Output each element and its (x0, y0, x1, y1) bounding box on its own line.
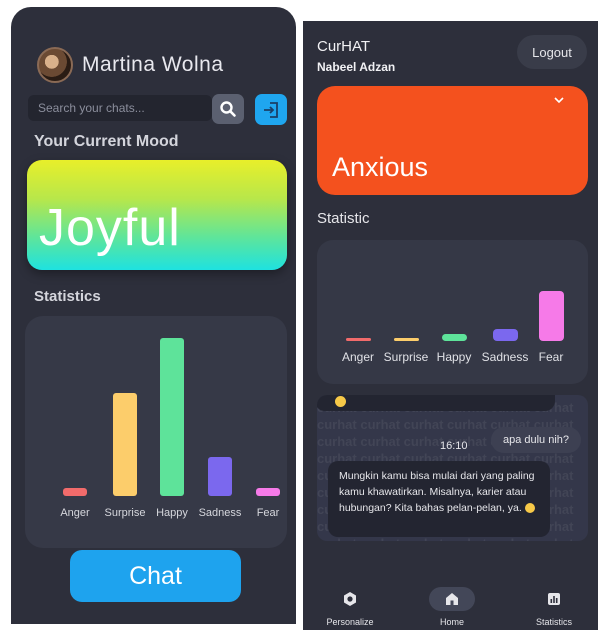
chevron-down-icon[interactable] (552, 93, 566, 107)
user-name: Martina Wolna (82, 53, 224, 76)
user-message-bubble: apa dulu nih? (491, 427, 581, 453)
nav-personalize[interactable]: Personalize (305, 587, 395, 627)
smile-emoji-icon (524, 503, 535, 514)
message-bubble (317, 395, 555, 411)
nav-home[interactable]: Home (407, 587, 497, 627)
stat-label: Fear (256, 507, 280, 519)
user-name: Nabeel Adzan (317, 60, 396, 74)
nav-statistics[interactable]: Statistics (509, 587, 598, 627)
bot-message-bubble: Mungkin kamu bisa mulai dari yang paling… (328, 461, 550, 537)
stat-bar-anger (345, 338, 371, 341)
stat-bar-happy (441, 333, 467, 341)
nav-label: Home (439, 617, 464, 627)
left-phone-screen: Martina Wolna Your Current Mood Joyful S… (11, 7, 296, 624)
smile-emoji-icon (335, 396, 346, 407)
app-title: CurHAT (317, 38, 371, 55)
nav-icon-container (531, 587, 577, 611)
search-icon (220, 101, 236, 117)
settings-icon (344, 592, 356, 606)
nav-icon-container (429, 587, 475, 611)
logout-button[interactable]: Logout (517, 35, 587, 69)
statistics-icon (548, 593, 560, 605)
profile-header: Martina Wolna (37, 47, 224, 83)
bot-message-text: Mungkin kamu bisa mulai dari yang paling… (339, 470, 535, 514)
stat-bar-surprise (113, 393, 137, 496)
stat-label: Fear (538, 350, 564, 364)
login-icon (264, 101, 278, 118)
stat-bar-sadness (492, 328, 518, 341)
mood-label: Joyful (39, 199, 181, 257)
chat-area[interactable]: curhat curhat curhat curhat curhat curha… (317, 395, 588, 541)
avatar[interactable] (37, 47, 73, 83)
search-button[interactable] (212, 94, 244, 124)
mood-card[interactable]: Anxious (317, 86, 588, 195)
mood-label: Anxious (332, 152, 429, 182)
statistics-chart: Anger Surprise Happy Sadness Fear (317, 240, 588, 384)
statistics-title: Statistic (317, 210, 370, 227)
nav-label: Statistics (535, 617, 572, 627)
right-phone-screen: CurHAT Nabeel Adzan Logout Anxious Stati… (303, 21, 598, 630)
stat-bar-fear (538, 291, 564, 341)
stat-bar-anger (63, 488, 87, 496)
stat-bar-happy (160, 338, 184, 496)
nav-icon-container (327, 587, 373, 611)
statistics-chart: Anger Surprise Happy Sadness Fear (25, 316, 287, 548)
message-time: 16:10 (440, 440, 468, 452)
nav-label: Personalize (326, 617, 374, 627)
login-button[interactable] (255, 94, 287, 125)
current-mood-title: Your Current Mood (34, 133, 179, 150)
stat-bar-surprise (393, 338, 419, 341)
home-icon (446, 593, 458, 605)
search-input[interactable] (28, 95, 212, 121)
chat-button[interactable]: Chat (70, 550, 241, 602)
stat-bar-sadness (208, 456, 232, 496)
statistics-title: Statistics (34, 288, 101, 305)
search-field[interactable] (28, 95, 212, 121)
mood-card: Joyful (27, 160, 287, 270)
stat-bar-fear (256, 488, 280, 496)
